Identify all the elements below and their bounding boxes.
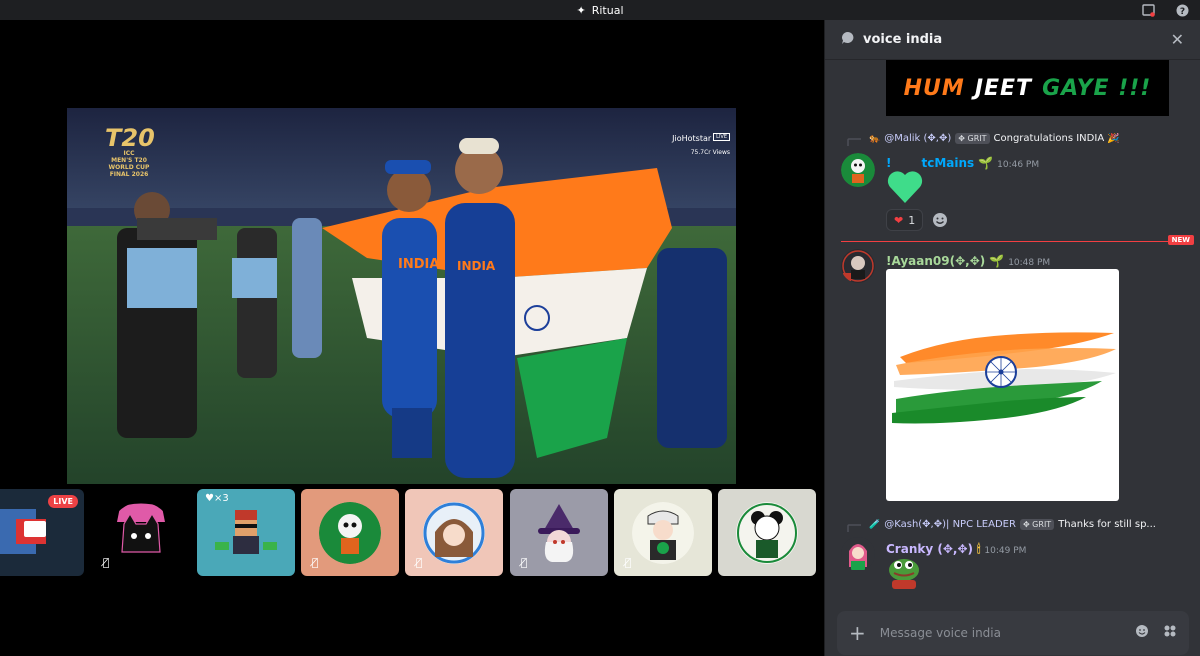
guild-tag: ✥ GRIT (1019, 519, 1055, 530)
tournament-logo: T20 ICC MEN'S T20 WORLD CUP FINAL 2026 (105, 124, 155, 178)
new-messages-badge: NEW (1167, 235, 1194, 245)
reply-reference[interactable]: 🧪 @Kash(✥,✥)| NPC LEADER ✥ GRIT Thanks f… (825, 519, 1200, 532)
title-bar: ✦ Ritual ? (0, 0, 1200, 20)
plus-icon[interactable]: + (849, 621, 866, 645)
emoji-icon[interactable] (1135, 624, 1149, 642)
cat-avatar (110, 501, 172, 564)
pixel-avatar (215, 509, 277, 554)
sprout-icon: 🌱 (978, 156, 994, 170)
screen-share-icon (24, 521, 46, 537)
user-avatar[interactable] (841, 537, 875, 571)
help-icon[interactable]: ? (1174, 2, 1190, 18)
svg-text:?: ? (1179, 6, 1184, 16)
samurai-avatar (632, 501, 694, 564)
inbox-icon[interactable] (1140, 2, 1156, 18)
participant-tile-panda[interactable] (718, 489, 816, 576)
participant-tile-anime[interactable]: 🎙̸ (405, 489, 503, 576)
muted-icon: 🎙̸ (311, 555, 319, 569)
ritual-logo-icon: ✦ (576, 3, 586, 17)
green-heart-emoji (887, 171, 923, 203)
chat-message[interactable]: 🧪 @Kash(✥,✥)| NPC LEADER ✥ GRIT Thanks f… (825, 519, 1200, 589)
stream-frame: INDIA INDIA (67, 108, 736, 484)
chat-channel-name: voice india (863, 32, 943, 47)
participant-tile-witch[interactable]: 🎙̸ (510, 489, 608, 576)
user-avatar[interactable] (841, 249, 875, 283)
user-avatar[interactable] (841, 153, 875, 187)
victory-banner-image: HUM JEET GAYE !!! (886, 60, 1169, 116)
participant-tile-pixel[interactable]: ♥×3 (197, 489, 295, 576)
skull-avatar (319, 501, 381, 564)
new-messages-divider (841, 241, 1183, 242)
svg-text:INDIA: INDIA (398, 257, 439, 272)
heart-lives-badge: ♥×3 (205, 493, 229, 504)
reply-reference[interactable]: 🐅 @Malik (✥,✥) ✥ GRIT Congratulations IN… (825, 133, 1200, 146)
stream-video[interactable]: INDIA INDIA T20 ICC MEN'S T20 WORLD CUP … (67, 108, 736, 484)
close-icon[interactable]: ✕ (1171, 30, 1184, 49)
message-timestamp: 10:46 PM (997, 160, 1040, 170)
message-header: !Ayaan09(✥,✥) 🌱 10:48 PM (886, 250, 1050, 269)
reaction-bar: ❤ 1 (886, 209, 951, 231)
muted-icon: 🎙̸ (102, 555, 110, 569)
participant-tile-skull[interactable]: 🎙̸ (301, 489, 399, 576)
red-heart-icon: ❤ (894, 213, 904, 227)
message-input[interactable]: Message voice india (880, 626, 1121, 640)
candle-icon: 🕯 (976, 541, 981, 556)
muted-icon: 🎙̸ (520, 555, 528, 569)
add-reaction-button[interactable] (929, 209, 951, 231)
chat-message[interactable]: 🐅 @Malik (✥,✥) ✥ GRIT Congratulations IN… (825, 133, 1200, 231)
message-composer: + Message voice india (837, 611, 1189, 655)
chat-header: voice india ✕ (825, 20, 1200, 60)
apps-icon[interactable] (1163, 624, 1177, 642)
india-flag-brush-image[interactable] (886, 269, 1119, 501)
broadcaster-watermark: JioHotstar LIVE 75.7Cr Views (672, 132, 730, 156)
message-author[interactable]: tcMains (921, 156, 974, 170)
anime-avatar (423, 501, 485, 564)
reply-avatar-icon: 🐅 (869, 133, 881, 144)
panda-avatar (736, 501, 798, 564)
window-title: ✦ Ritual (576, 3, 624, 17)
svg-text:INDIA: INDIA (457, 259, 496, 273)
muted-icon: 🎙̸ (624, 555, 632, 569)
message-timestamp: 10:49 PM (984, 546, 1027, 556)
guild-tag: ✥ GRIT (955, 133, 990, 144)
smiley-icon (933, 213, 948, 227)
stream-stage: INDIA INDIA T20 ICC MEN'S T20 WORLD CUP … (0, 20, 824, 656)
witch-avatar (538, 503, 580, 562)
participant-strip: LIVE 🎙̸ ♥×3 🎙̸ 🎙̸ 🎙̸ 🎙̸ (0, 489, 824, 576)
live-badge: LIVE (48, 495, 78, 508)
india-flag-brush-graphic (892, 332, 1116, 424)
chat-bubble-icon (841, 30, 855, 49)
reply-avatar-icon: 🧪 (869, 519, 881, 530)
muted-icon: 🎙̸ (415, 555, 423, 569)
reaction-heart[interactable]: ❤ 1 (886, 209, 924, 231)
participant-tile-cat[interactable]: 🎙̸ (92, 489, 190, 576)
participant-tile-samurai[interactable]: 🎙̸ (614, 489, 712, 576)
chat-panel: voice india ✕ HUM JEET GAYE !!! 🐅 @Malik… (824, 20, 1200, 656)
participant-tile-screen-share[interactable]: LIVE (0, 489, 84, 576)
message-author[interactable]: !Ayaan09(✥,✥) (886, 254, 985, 268)
message-timestamp: 10:48 PM (1008, 258, 1051, 268)
pepe-frog-emoji (889, 559, 919, 589)
sprout-icon: 🌱 (989, 254, 1005, 268)
